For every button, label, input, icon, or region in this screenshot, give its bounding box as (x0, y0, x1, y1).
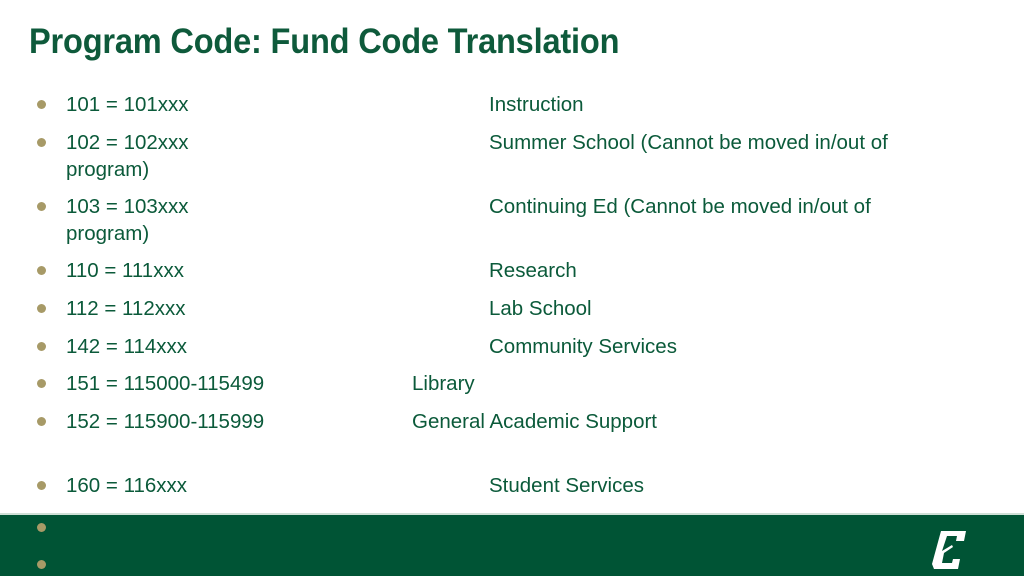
bullet-icon (37, 523, 46, 532)
program-description: Continuing Ed (Cannot be moved in/out of (489, 195, 871, 218)
bullet-icon (37, 379, 46, 388)
footer-bar (0, 513, 1024, 576)
program-description-continuation: program) (66, 158, 150, 181)
bullet-icon (37, 560, 46, 569)
bullet-icon (37, 342, 46, 351)
program-description: Library (412, 372, 475, 395)
bullet-icon (37, 266, 46, 275)
program-description: Lab School (489, 297, 592, 320)
program-code: 112 = 112xxx (66, 297, 186, 320)
program-code: 160 = 116xxx (66, 474, 187, 497)
program-code: 152 = 115900-115999 (66, 410, 265, 433)
program-description: Research (489, 259, 577, 282)
program-code: 101 = 101xxx (66, 93, 189, 116)
program-description: Student Services (489, 474, 644, 497)
program-code: 110 = 111xxx (66, 259, 184, 282)
program-description: Instruction (489, 93, 584, 116)
program-code: 102 = 102xxx (66, 131, 189, 154)
bullet-icon (37, 138, 46, 147)
bullet-icon (37, 417, 46, 426)
program-description: Summer School (Cannot be moved in/out of (489, 131, 888, 154)
bullet-icon (37, 481, 46, 490)
program-code: 103 = 103xxx (66, 195, 189, 218)
bullet-icon (37, 304, 46, 313)
program-description: Community Services (489, 335, 677, 358)
university-c-logo-icon (932, 531, 966, 569)
program-code: 151 = 115000-115499 (66, 372, 265, 395)
bullet-icon (37, 100, 46, 109)
bullet-icon (37, 202, 46, 211)
program-description: General Academic Support (412, 410, 657, 433)
program-description-continuation: program) (66, 222, 150, 245)
program-code: 142 = 114xxx (66, 335, 187, 358)
slide-title: Program Code: Fund Code Translation (29, 22, 620, 61)
